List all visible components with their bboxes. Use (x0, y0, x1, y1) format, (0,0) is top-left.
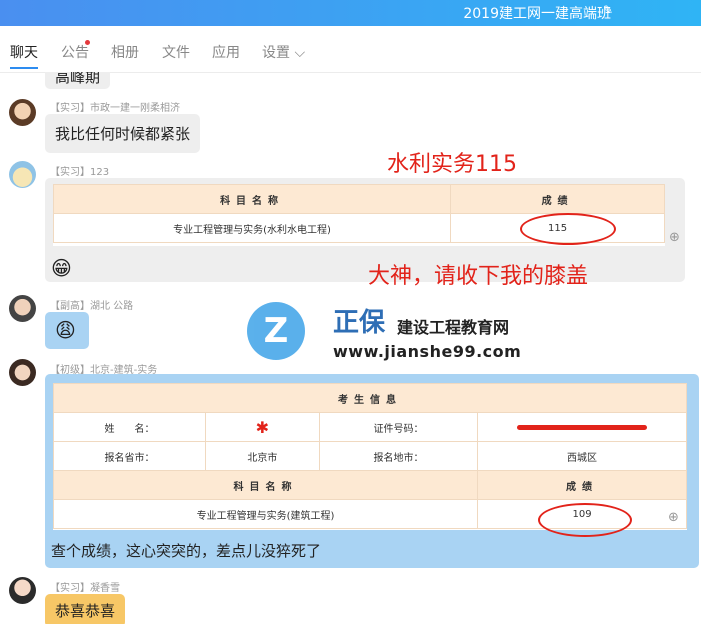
watermark-brand: 正保 (333, 308, 386, 338)
avatar[interactable] (9, 295, 36, 322)
message-bubble: 😩 (45, 312, 89, 349)
watermark-logo: Z 正保 建设工程教育网 www.jianshe99.com (247, 296, 547, 366)
message-text: 高峰期 (55, 72, 101, 86)
message-bubble: 考生信息 姓 名： ✱ 证件号码： 报名省市： 北京市 报名地市： 西城区 科目… (45, 374, 699, 568)
table-header-cell: 科目名称 (52, 470, 479, 500)
table-header-cell: 成绩 (450, 184, 665, 214)
grin-emoji-icon: 😁 (51, 256, 72, 280)
table-header-cell: 科目名称 (52, 184, 452, 214)
message-bubble: 高峰期 (45, 72, 111, 89)
message-text: 恭喜恭喜 (55, 602, 116, 620)
table-cell: 专业工程管理与实务(建筑工程) (52, 499, 479, 529)
table-cell: 证件号码： (318, 412, 479, 442)
pencil-icon[interactable]: ✎ (603, 3, 613, 17)
message-bubble: 我比任何时候都紧张 (45, 114, 201, 153)
redacted-id-mark (477, 412, 687, 442)
tab-apps[interactable]: 应用 (212, 42, 240, 62)
redacted-name-mark: ✱ (204, 412, 320, 442)
annotation-circle (520, 213, 616, 245)
annotation-text: 水利实务115 (387, 152, 517, 177)
zoom-icon[interactable]: ⊕ (668, 510, 679, 525)
avatar[interactable] (9, 359, 36, 386)
sender-name[interactable]: 【副高】湖北 公路 (50, 297, 133, 312)
group-title: 2019建工网一建高端班 (463, 6, 611, 22)
watermark-name: 建设工程教育网 (397, 318, 510, 337)
avatar[interactable] (9, 577, 36, 604)
table-header-row: 考生信息 (53, 383, 687, 413)
annotation-text: 大神，请收下我的膝盖 (368, 264, 589, 289)
sender-name[interactable]: 【实习】市政一建一刚柔相济 (50, 99, 180, 114)
watermark-url: www.jianshe99.com (333, 342, 522, 361)
tab-files[interactable]: 文件 (162, 42, 190, 62)
tab-settings[interactable]: 设置 ⌵ (262, 42, 305, 62)
table-row: 姓 名： ✱ 证件号码： (53, 412, 687, 442)
table-header-cell: 考生信息 (53, 383, 687, 413)
sender-name[interactable]: 【实习】123 (50, 163, 109, 178)
table-cell: 报名省市： (53, 441, 206, 471)
chat-message-list[interactable]: 高峰期 【实习】市政一建一刚柔相济 我比任何时候都紧张 【实习】123 水利实务… (0, 72, 701, 624)
sender-name[interactable]: 【实习】凝香雪 (50, 579, 120, 594)
zoom-icon[interactable]: ⊕ (669, 230, 680, 245)
group-title-bar: 2019建工网一建高端班 ✎ (0, 0, 701, 26)
unread-dot-badge (85, 40, 90, 45)
tired-emoji-icon: 😩 (55, 318, 76, 342)
avatar[interactable] (9, 161, 36, 188)
tab-chat[interactable]: 聊天 (10, 42, 38, 69)
annotation-circle (538, 503, 632, 537)
message-bubble: 恭喜恭喜 (45, 594, 126, 624)
table-header-row: 科目名称 成绩 (52, 470, 687, 500)
avatar[interactable] (9, 99, 36, 126)
tab-bar: 聊天 公告 相册 文件 应用 设置 ⌵ (0, 26, 701, 73)
table-header-cell: 成绩 (477, 470, 687, 500)
table-cell: 西城区 (477, 441, 687, 471)
table-header-row: 科目名称 成绩 (52, 184, 665, 214)
brand-logo-icon: Z (247, 302, 305, 360)
table-cell: 报名地市： (318, 441, 479, 471)
tab-announcement[interactable]: 公告 (61, 42, 89, 62)
table-cell: 专业工程管理与实务(水利水电工程) (52, 213, 452, 243)
table-cell: 姓 名： (53, 412, 206, 442)
table-row: 报名省市： 北京市 报名地市： 西城区 (53, 441, 687, 471)
message-text: 查个成绩，这心突突的，差点儿没猝死了 (51, 542, 322, 560)
tab-album[interactable]: 相册 (111, 42, 139, 62)
table-cell: 北京市 (204, 441, 320, 471)
message-text: 我比任何时候都紧张 (55, 125, 191, 143)
